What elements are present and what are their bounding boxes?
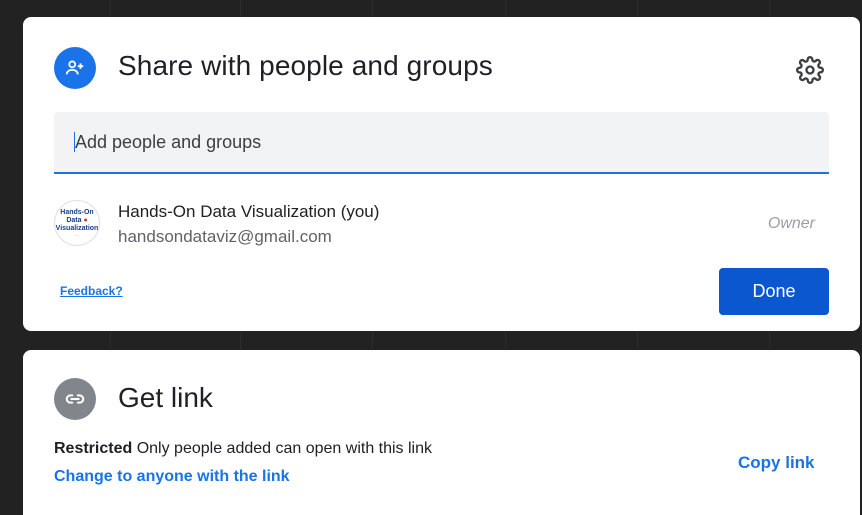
access-description-text: Only people added can open with this lin… <box>136 440 433 457</box>
get-link-title: Get link <box>118 382 213 413</box>
access-level[interactable]: Restricted <box>54 440 132 457</box>
access-description: Restricted Only people added can open wi… <box>54 440 432 458</box>
avatar-logo-line: Data ● <box>66 217 87 225</box>
avatar-logo-fineprint: ··· <box>75 232 79 238</box>
copy-link-button[interactable]: Copy link <box>738 453 815 473</box>
share-dialog-title: Share with people and groups <box>118 50 493 81</box>
avatar-logo-line: Data <box>66 216 82 224</box>
share-dialog: Share with people and groups Hands-On Da… <box>23 17 860 331</box>
person-email: handsondataviz@gmail.com <box>118 227 332 246</box>
avatar: Hands-On Data ● Visualization ··· <box>54 200 100 246</box>
add-person-icon <box>54 47 96 89</box>
map-pin-icon: ● <box>83 216 88 224</box>
gear-icon[interactable] <box>795 55 825 85</box>
person-role: Owner <box>767 215 815 232</box>
change-access-link[interactable]: Change to anyone with the link <box>54 468 290 486</box>
add-people-field[interactable] <box>54 112 829 174</box>
avatar-logo-line: Visualization <box>55 224 99 232</box>
person-name: Hands-On Data Visualization (you) <box>118 202 380 221</box>
done-button[interactable]: Done <box>719 268 829 315</box>
link-icon <box>54 378 96 420</box>
feedback-link[interactable]: Feedback? <box>60 284 123 298</box>
get-link-panel: Get link Restricted Only people added ca… <box>23 350 860 515</box>
avatar-logo-line: Hands-On <box>60 208 94 216</box>
add-people-input[interactable] <box>75 112 815 172</box>
